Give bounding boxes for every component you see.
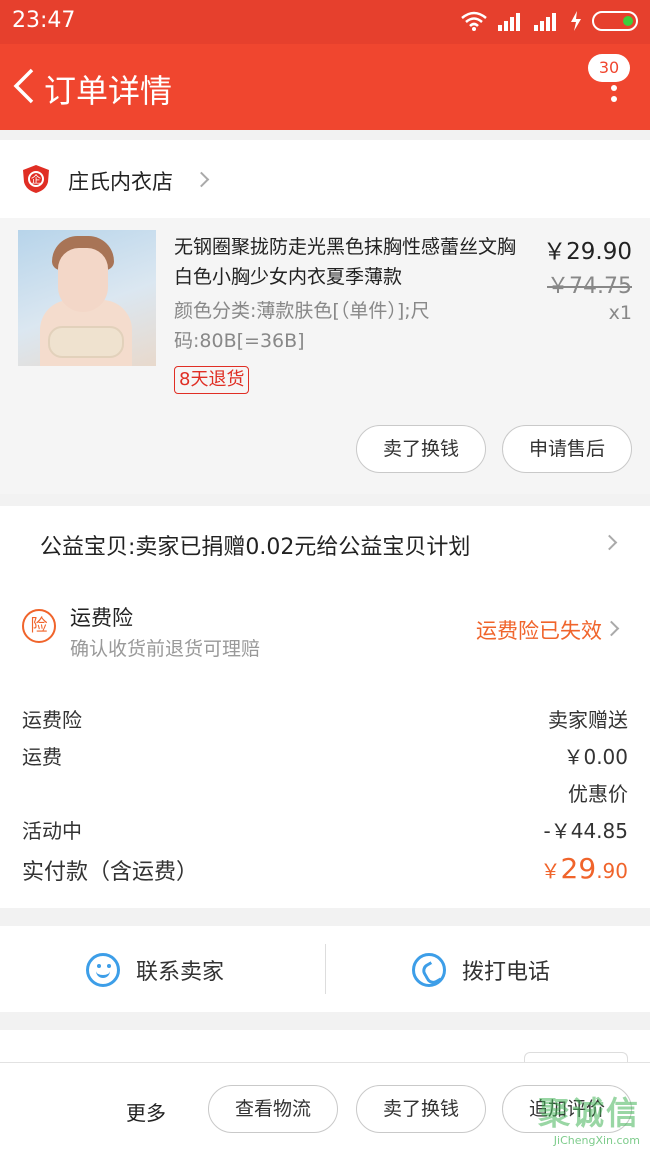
price-breakdown: 运费险 卖家赠送 运费 ￥0.00 优惠价 活动中 -￥44.85 实付款（含运… <box>0 672 650 908</box>
charity-row[interactable]: 公益宝贝:卖家已捐赠0.02元给公益宝贝计划 <box>0 506 650 582</box>
watermark: 聚诚信 JiChengXin.com <box>538 1088 640 1147</box>
insurance-icon: 险 <box>22 609 56 643</box>
contact-seller-button[interactable]: 联系卖家 <box>86 950 224 990</box>
back-arrow-icon[interactable] <box>10 66 40 106</box>
fee-value: 卖家赠送 <box>548 708 628 732</box>
page-title: 订单详情 <box>44 72 173 110</box>
fee-label: 运费险 <box>22 708 82 732</box>
product-quantity: x1 <box>608 302 632 324</box>
chat-smiley-icon <box>86 953 120 987</box>
call-phone-button[interactable]: 拨打电话 <box>412 950 550 990</box>
shipping-insurance-row[interactable]: 险 运费险 确认收货前退货可理赔 运费险已失效 <box>0 582 650 672</box>
order-item[interactable]: 无钢圈聚拢防走光黑色抹胸性感蕾丝文胸白色小胸少女内衣夏季薄款 颜色分类:薄款肤色… <box>0 218 650 494</box>
product-title[interactable]: 无钢圈聚拢防走光黑色抹胸性感蕾丝文胸白色小胸少女内衣夏季薄款 <box>174 232 524 292</box>
divider <box>325 944 326 994</box>
phone-icon <box>412 953 446 987</box>
insurance-subtitle: 确认收货前退货可理赔 <box>70 638 261 660</box>
shop-badge-icon: 企 <box>23 165 49 193</box>
contact-seller-label: 联系卖家 <box>136 960 225 985</box>
total-label: 实付款（含运费） <box>22 860 199 885</box>
svg-text:企: 企 <box>31 173 41 186</box>
return-policy-tag: 8天退货 <box>174 366 250 394</box>
chevron-right-icon <box>193 171 210 188</box>
status-icons <box>460 10 638 32</box>
chevron-right-icon <box>603 620 620 637</box>
status-bar: 23:47 <box>0 0 650 44</box>
wifi-icon <box>461 11 487 31</box>
fee-value: ￥0.00 <box>563 745 628 769</box>
fee-label: 活动中 <box>22 819 82 843</box>
watermark-main: 聚诚信 <box>537 1094 640 1132</box>
original-price: ￥74.75 <box>547 274 632 299</box>
watermark-url: JiChengXin.com <box>553 1134 640 1147</box>
shop-row[interactable]: 企 庄氏内衣店 <box>0 140 650 218</box>
sell-for-cash-button-bottom[interactable]: 卖了换钱 <box>356 1085 486 1133</box>
battery-icon <box>592 11 638 31</box>
more-menu-icon[interactable] <box>606 74 622 114</box>
status-time: 23:47 <box>12 8 76 33</box>
sell-for-cash-button[interactable]: 卖了换钱 <box>356 425 486 473</box>
call-phone-label: 拨打电话 <box>462 960 551 985</box>
product-price: ￥29.90 <box>543 239 632 265</box>
insurance-status[interactable]: 运费险已失效 <box>476 615 602 645</box>
shop-name[interactable]: 庄氏内衣店 <box>68 166 173 196</box>
after-sale-button[interactable]: 申请售后 <box>502 425 632 473</box>
more-button[interactable]: 更多 <box>126 1097 166 1126</box>
contact-bar: 联系卖家 拨打电话 <box>0 926 650 1012</box>
fee-value: -￥44.85 <box>543 819 628 843</box>
product-thumbnail[interactable] <box>18 230 156 366</box>
signal-icon-2 <box>534 11 560 31</box>
insurance-title: 运费险 <box>70 606 133 630</box>
product-spec: 颜色分类:薄款肤色[（单件）];尺码:80B[=36B] <box>174 300 430 352</box>
charging-icon <box>571 11 581 31</box>
fee-label: 运费 <box>22 745 62 769</box>
view-logistics-button[interactable]: 查看物流 <box>208 1085 338 1133</box>
chevron-right-icon <box>601 534 618 551</box>
total-amount: ￥29.90 <box>540 852 628 885</box>
app-header: 订单详情 30 <box>0 44 650 130</box>
signal-icon <box>498 11 524 31</box>
bottom-action-bar: 更多 查看物流 卖了换钱 追加评价 聚诚信 JiChengXin.com <box>0 1062 650 1155</box>
discount-note: 优惠价 <box>568 782 628 806</box>
charity-text[interactable]: 公益宝贝:卖家已捐赠0.02元给公益宝贝计划 <box>40 529 470 561</box>
